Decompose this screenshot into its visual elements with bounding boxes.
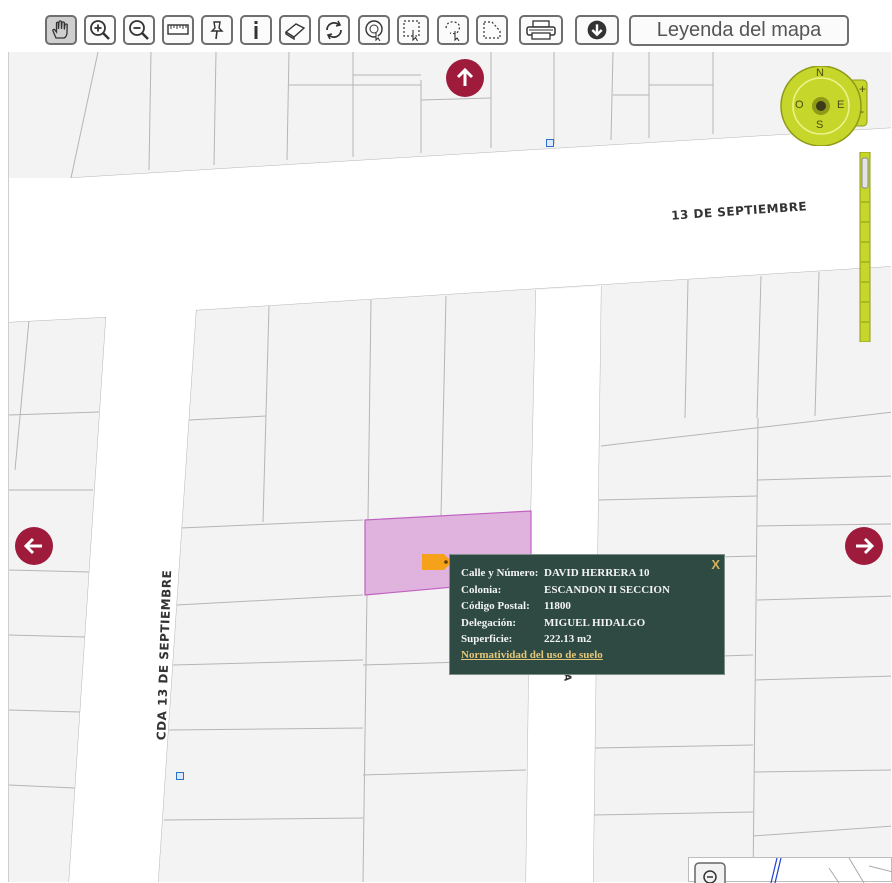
compass-east-label[interactable]: E <box>837 99 844 111</box>
zoom-out-button[interactable] <box>123 15 155 45</box>
overview-toggle-button[interactable] <box>694 862 726 883</box>
printer-icon <box>526 20 556 40</box>
zoom-in-button[interactable] <box>84 15 116 45</box>
popup-value: ESCANDON II SECCION <box>544 584 670 596</box>
selected-parcel[interactable] <box>9 52 891 882</box>
compass-south-label[interactable]: S <box>816 119 823 131</box>
rect-select-button[interactable] <box>397 15 429 45</box>
map-toolbar: Leyenda del mapa <box>0 0 892 50</box>
compass-west-label[interactable]: O <box>795 99 804 111</box>
pan-north-button[interactable] <box>446 59 484 97</box>
zoom-slider-handle[interactable] <box>861 157 869 189</box>
compass-zoom-out[interactable]: - <box>860 104 864 118</box>
land-use-link[interactable]: Normatividad del uso de suelo <box>461 649 603 661</box>
zoom-slider[interactable] <box>859 151 871 343</box>
pin-button[interactable] <box>201 15 233 45</box>
hand-icon <box>52 20 68 39</box>
download-icon <box>587 20 607 40</box>
popup-value: 11800 <box>544 600 571 612</box>
pan-east-button[interactable] <box>845 527 883 565</box>
circle-select-button[interactable] <box>358 15 390 45</box>
polygon-select-icon <box>483 21 501 39</box>
popup-value: 222.13 m2 <box>544 633 592 645</box>
compass-zoom-in[interactable]: + <box>859 82 866 96</box>
popup-value: DAVID HERRERA 10 <box>544 567 650 579</box>
print-button[interactable] <box>519 15 563 45</box>
eraser-icon <box>284 23 306 41</box>
map-marker-icon[interactable] <box>176 772 184 780</box>
compass-north-label[interactable]: N <box>816 67 824 79</box>
refresh-icon <box>326 20 342 40</box>
download-button[interactable] <box>575 15 619 45</box>
lasso-select-button[interactable] <box>437 15 469 45</box>
compass-navigator[interactable]: N S E O + - <box>779 66 869 146</box>
refresh-button[interactable] <box>318 15 350 45</box>
polygon-select-button[interactable] <box>476 15 508 45</box>
eraser-button[interactable] <box>279 15 311 45</box>
measure-button[interactable] <box>162 15 194 45</box>
ruler-icon <box>167 24 189 35</box>
arrow-right-icon <box>856 537 875 555</box>
rect-select-icon <box>403 20 420 41</box>
zoom-in-icon <box>90 20 110 40</box>
map-marker-icon[interactable] <box>546 139 554 147</box>
close-popup-button[interactable]: X <box>711 557 720 572</box>
pan-tool-button[interactable] <box>45 15 77 45</box>
parcel-info-popup: X Calle y Número: DAVID HERRERA 10 Colon… <box>449 554 725 675</box>
arrow-left-icon <box>23 537 42 555</box>
info-icon <box>254 21 258 39</box>
zoom-out-icon <box>129 20 149 40</box>
popup-pointer-tag <box>422 554 452 570</box>
overview-map[interactable] <box>688 857 892 883</box>
info-button[interactable] <box>240 15 272 45</box>
popup-label: Superficie: <box>461 633 513 645</box>
arrow-up-icon <box>456 67 474 86</box>
popup-label: Colonia: <box>461 584 502 596</box>
circle-select-icon <box>365 20 383 41</box>
popup-value: MIGUEL HIDALGO <box>544 617 646 629</box>
map-legend-button[interactable]: Leyenda del mapa <box>629 15 849 46</box>
map-canvas[interactable]: 13 DE SEPTIEMBRE CDA 13 DE SEPTIEMBRE A … <box>8 52 891 882</box>
popup-label: Código Postal: <box>461 600 530 612</box>
popup-label: Delegación: <box>461 617 516 629</box>
popup-label: Calle y Número: <box>461 567 539 579</box>
pan-west-button[interactable] <box>15 527 53 565</box>
lasso-select-icon <box>445 21 461 41</box>
pushpin-icon <box>210 21 224 40</box>
